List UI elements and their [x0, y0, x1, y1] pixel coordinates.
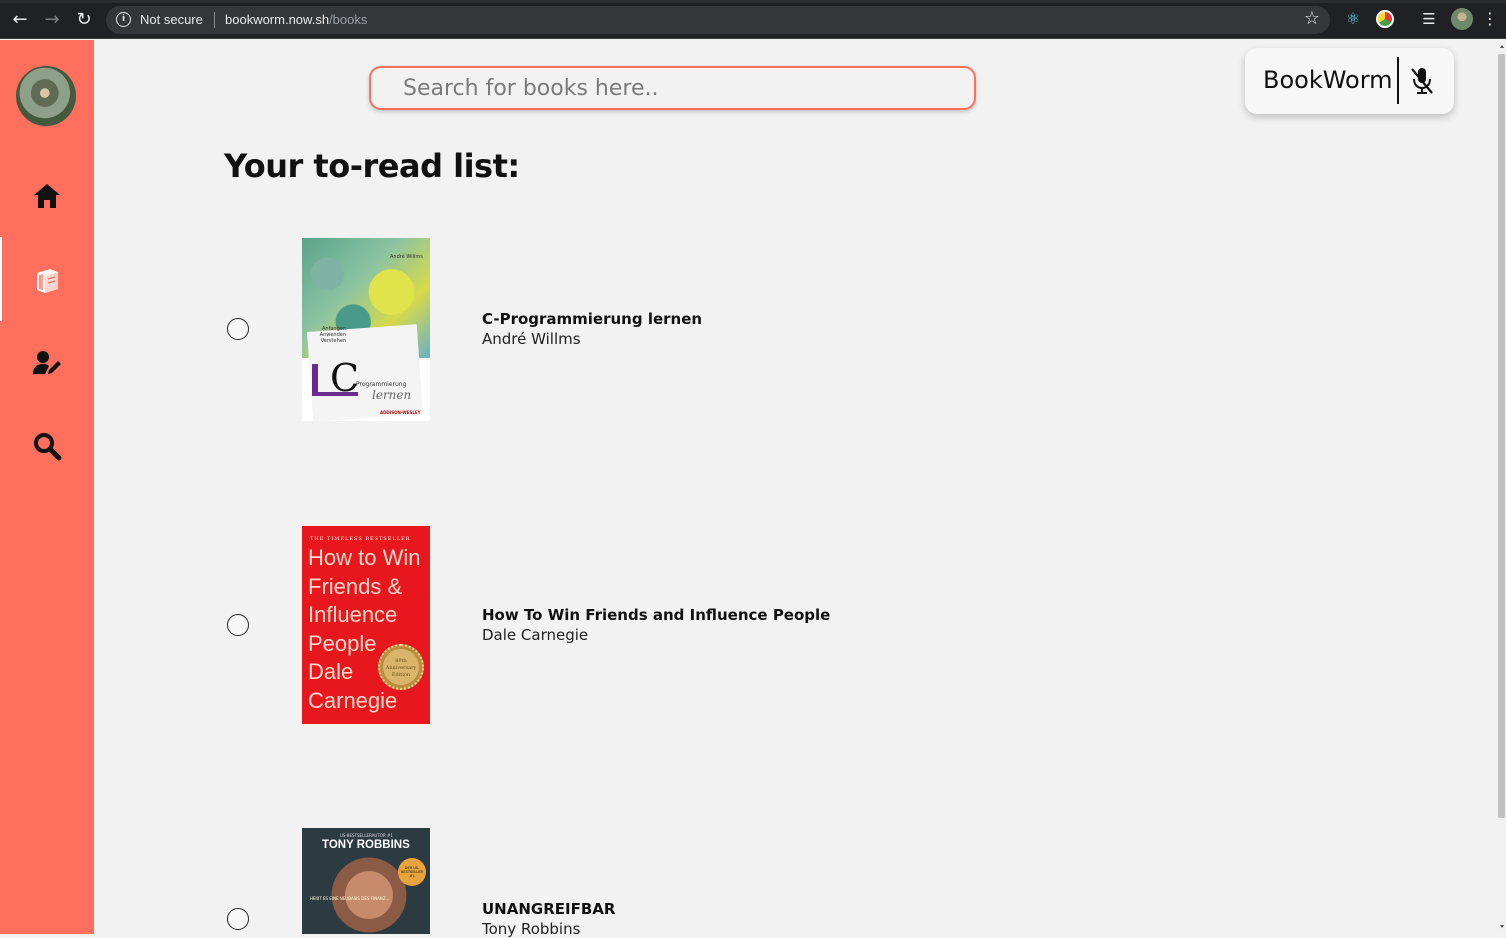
user-avatar[interactable]: [16, 66, 76, 126]
url-text[interactable]: bookworm.now.sh/books: [225, 12, 367, 27]
cover-line: Friends &: [308, 573, 403, 599]
book-author: André Willms: [482, 330, 581, 348]
scroll-up-icon[interactable]: [1500, 45, 1504, 48]
anniversary-seal: 80th Anniversary Edition: [378, 644, 424, 690]
reload-icon[interactable]: ↻: [73, 9, 95, 31]
cover-line2: lernen: [372, 388, 412, 402]
info-icon[interactable]: i: [116, 12, 131, 27]
sidebar: [0, 40, 94, 934]
cover-side-text: Anfangen Anwenden Verstehen: [319, 326, 346, 344]
search-input[interactable]: [371, 68, 974, 108]
cover-tagline: THE TIMELESS BESTSELLER: [310, 536, 411, 542]
search-icon: [34, 433, 62, 461]
cover-badge: DER US-BESTSELLER #1: [398, 858, 426, 886]
book-title[interactable]: How To Win Friends and Influence People: [482, 606, 830, 624]
url-path: /books: [329, 12, 368, 27]
cover-line: How to Win: [308, 545, 421, 570]
tab-strip-edge: [0, 0, 1506, 3]
home-icon: [34, 184, 60, 208]
more-menu-icon[interactable]: ⋮: [1482, 10, 1498, 28]
book-select-radio[interactable]: [227, 908, 249, 930]
media-queue-icon[interactable]: ☰: [1420, 10, 1438, 28]
cover-line: Carnegie: [308, 687, 398, 713]
react-devtools-icon[interactable]: ⚛: [1344, 10, 1362, 28]
book-cover[interactable]: US-BESTSELLERAUTOR #1 TONY ROBBINS DER U…: [302, 828, 430, 934]
scrollbar-thumb[interactable]: [1498, 54, 1505, 818]
brand-divider: [1397, 57, 1399, 104]
forward-arrow-icon[interactable]: →: [41, 9, 63, 31]
brand-box: BookWorm: [1245, 48, 1454, 114]
cover-subtext: HEIßT ES EINE NEUBASIS DES FINANZ...: [310, 896, 390, 901]
cover-bar: [312, 364, 318, 394]
book-author: Dale Carnegie: [482, 626, 589, 644]
security-label: Not secure: [140, 12, 203, 27]
url-host: bookworm.now.sh: [225, 12, 330, 27]
book-title[interactable]: C-Programmierung lernen: [482, 310, 702, 328]
cover-line1: Programmierung: [356, 381, 407, 388]
back-arrow-icon[interactable]: ←: [9, 9, 31, 31]
book-select-radio[interactable]: [227, 318, 249, 340]
sidebar-item-profile-edit[interactable]: [0, 321, 94, 405]
book-author: Tony Robbins: [482, 920, 581, 938]
user-edit-icon: [33, 351, 61, 374]
cover-author-name: TONY ROBBINS: [322, 839, 410, 851]
sidebar-item-books[interactable]: [0, 237, 94, 321]
page-scrollbar[interactable]: [1497, 40, 1506, 934]
book-select-radio[interactable]: [227, 614, 249, 636]
book-title[interactable]: UNANGREIFBAR: [482, 900, 615, 918]
search-bar: [369, 66, 976, 110]
cover-portrait: [330, 850, 408, 934]
sidebar-item-search[interactable]: [0, 404, 94, 488]
books-icon: [37, 269, 58, 293]
sidebar-item-home[interactable]: [0, 154, 94, 238]
scroll-down-icon[interactable]: [1500, 925, 1504, 928]
address-divider: [214, 12, 215, 28]
browser-toolbar: ← → ↻ i Not secure bookworm.now.sh/books…: [0, 0, 1506, 39]
bookmark-star-icon[interactable]: ☆: [1304, 8, 1320, 29]
address-bar[interactable]: i Not secure bookworm.now.sh/books ☆: [106, 6, 1330, 34]
book-cover[interactable]: André Willms Anfangen Anwenden Verstehen…: [302, 238, 430, 421]
cover-publisher: ADDISON-WESLEY: [380, 410, 421, 415]
color-extension-icon[interactable]: [1376, 10, 1394, 28]
mic-off-icon[interactable]: [1409, 66, 1435, 96]
page-title: Your to-read list:: [224, 147, 520, 185]
cover-author: André Willms: [390, 254, 423, 260]
cover-letter: C: [330, 356, 360, 400]
book-cover[interactable]: THE TIMELESS BESTSELLER How to Win Frien…: [302, 526, 430, 724]
brand-name: BookWorm: [1263, 66, 1393, 94]
cover-toptag: US-BESTSELLERAUTOR #1: [340, 833, 393, 838]
cover-line: Influence: [308, 602, 398, 627]
profile-avatar-icon[interactable]: [1451, 8, 1473, 30]
